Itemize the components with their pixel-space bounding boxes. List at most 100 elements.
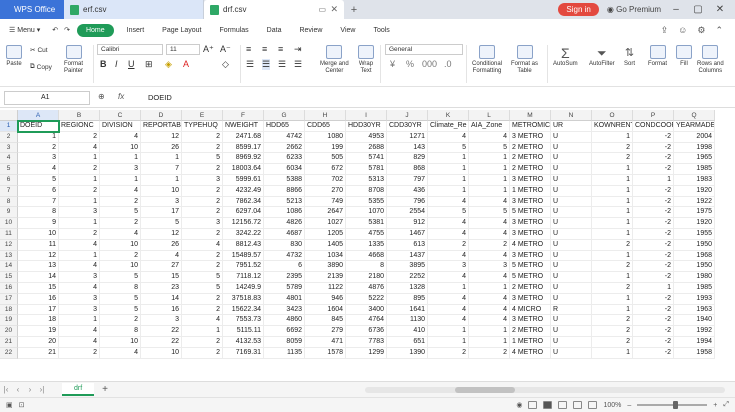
table-cell[interactable]: -2 [633, 142, 674, 154]
table-cell[interactable]: 1 [428, 175, 469, 186]
table-cell[interactable]: 4860 [264, 315, 305, 327]
table-cell[interactable]: 471 [305, 337, 346, 348]
number-format-select[interactable]: General [385, 44, 463, 55]
table-cell[interactable]: 1 [592, 250, 633, 262]
table-cell[interactable]: 7862.34 [223, 196, 264, 208]
table-cell[interactable]: 5 [100, 293, 141, 305]
table-cell[interactable]: 10 [100, 239, 141, 251]
table-cell[interactable]: 5741 [346, 153, 387, 165]
rows-columns-button[interactable]: Rows and Columns [697, 45, 724, 75]
align-left-icon[interactable]: ☰ [246, 59, 254, 70]
table-cell[interactable]: 1 [428, 153, 469, 165]
close-tab-icon[interactable]: ✕ [330, 4, 338, 15]
table-cell[interactable]: 2 [182, 261, 223, 273]
table-cell[interactable]: 410 [387, 326, 428, 337]
table-cell[interactable]: 22 [141, 337, 182, 348]
table-cell[interactable]: 1 [592, 131, 633, 143]
clear-format-icon[interactable]: ◇ [222, 59, 229, 70]
row-header[interactable]: 2 [0, 131, 18, 143]
row-header[interactable]: 7 [0, 185, 18, 197]
table-cell[interactable]: 1 [141, 153, 182, 165]
name-box[interactable]: A1 [4, 91, 90, 105]
table-cell[interactable]: 4 [469, 229, 510, 240]
table-cell[interactable]: 1 [469, 283, 510, 294]
table-cell[interactable]: 10 [100, 337, 141, 348]
table-cell[interactable]: 3895 [387, 261, 428, 273]
table-cell[interactable]: 1 [592, 164, 633, 175]
table-cell[interactable]: 26 [141, 142, 182, 154]
table-cell[interactable]: -2 [633, 185, 674, 197]
next-sheet-icon[interactable]: › [24, 385, 36, 394]
table-cell[interactable]: 4 [469, 196, 510, 208]
table-cell[interactable]: 4 MICRO [510, 304, 551, 316]
table-cell[interactable]: -2 [633, 153, 674, 165]
table-cell[interactable]: 4 [59, 337, 100, 348]
table-cell[interactable]: 1122 [305, 283, 346, 294]
table-cell[interactable]: 1950 [674, 239, 715, 251]
table-cell[interactable]: 4 [428, 229, 469, 240]
align-bottom-icon[interactable]: ≡ [278, 44, 283, 54]
fullscreen-icon[interactable]: ⤢ [723, 401, 729, 409]
table-cell[interactable]: 5 [428, 207, 469, 219]
table-cell[interactable]: 5 METRO [510, 207, 551, 219]
header-cell[interactable]: CONDCOOF [633, 121, 674, 132]
table-cell[interactable]: 4 [428, 131, 469, 143]
fill-color-icon[interactable]: ◈ [165, 59, 172, 70]
table-cell[interactable]: 279 [305, 326, 346, 337]
header-cell[interactable]: TYPEHUQ [182, 121, 223, 132]
table-cell[interactable]: 5 [469, 142, 510, 154]
currency-icon[interactable]: ¥ [390, 59, 395, 69]
table-cell[interactable]: 5213 [264, 196, 305, 208]
minimize-icon[interactable]: – [669, 4, 683, 15]
table-cell[interactable]: -2 [633, 315, 674, 327]
table-cell[interactable]: 8 [18, 207, 59, 219]
page-break-icon[interactable] [573, 401, 583, 409]
table-cell[interactable]: 4 [59, 283, 100, 294]
table-cell[interactable]: 10 [100, 261, 141, 273]
align-right-icon[interactable]: ☰ [278, 59, 286, 70]
add-sheet-button[interactable]: + [102, 384, 108, 395]
column-header[interactable]: F [223, 110, 264, 121]
column-header[interactable]: J [387, 110, 428, 121]
table-cell[interactable]: 1968 [674, 250, 715, 262]
table-cell[interactable]: 868 [387, 164, 428, 175]
table-cell[interactable]: 5999.61 [223, 175, 264, 186]
file-tab-erf[interactable]: erf.csv [64, 0, 204, 19]
table-cell[interactable]: 1985 [674, 164, 715, 175]
border-icon[interactable]: ⊞ [145, 59, 153, 70]
table-cell[interactable]: 17 [141, 207, 182, 219]
table-cell[interactable]: 2 [592, 315, 633, 327]
table-cell[interactable]: 4232.49 [223, 185, 264, 197]
table-cell[interactable]: 1080 [305, 131, 346, 143]
table-cell[interactable]: 14 [141, 293, 182, 305]
table-cell[interactable]: 10 [141, 185, 182, 197]
table-cell[interactable]: 7 [141, 164, 182, 175]
formula-input[interactable]: DOEID [148, 93, 172, 102]
table-cell[interactable]: 3 [182, 175, 223, 186]
table-cell[interactable]: 1 [592, 196, 633, 208]
table-cell[interactable]: 2 [182, 131, 223, 143]
tab-review[interactable]: Review [290, 27, 331, 34]
horizontal-scrollbar[interactable] [365, 386, 725, 393]
column-header[interactable]: L [469, 110, 510, 121]
table-cell[interactable]: 2 [59, 185, 100, 197]
app-tab[interactable]: WPS Office [0, 0, 64, 19]
underline-icon[interactable]: U [128, 59, 135, 69]
table-cell[interactable]: 1 [592, 304, 633, 316]
sort-button[interactable]: ⇅ Sort [624, 45, 635, 68]
row-header[interactable]: 15 [0, 272, 18, 283]
table-cell[interactable]: 2 [59, 131, 100, 143]
table-cell[interactable]: 2252 [387, 272, 428, 283]
row-header[interactable]: 3 [0, 142, 18, 154]
table-cell[interactable]: 2 [18, 142, 59, 154]
indent-icon[interactable]: ⇥ [294, 44, 302, 55]
header-cell[interactable]: REPORTABL [141, 121, 182, 132]
table-cell[interactable]: 1 METRO [510, 337, 551, 348]
header-cell[interactable]: UR [551, 121, 592, 132]
table-cell[interactable]: 18 [18, 315, 59, 327]
table-cell[interactable]: U [551, 293, 592, 305]
table-cell[interactable]: 5115.11 [223, 326, 264, 337]
table-cell[interactable]: 15 [141, 272, 182, 283]
table-cell[interactable]: 1 [428, 164, 469, 175]
table-cell[interactable]: 2 [428, 239, 469, 251]
